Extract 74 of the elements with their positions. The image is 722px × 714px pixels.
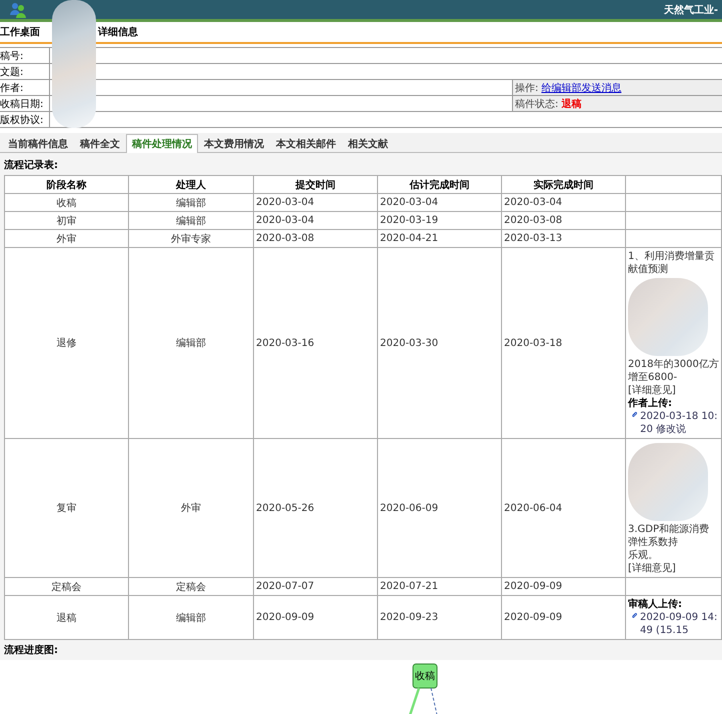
field-label: 操作:	[515, 82, 538, 94]
table-cell: 2020-03-30	[378, 248, 502, 438]
table-cell: 编辑部	[128, 194, 254, 212]
field-label: 文题:	[0, 64, 50, 79]
comment-text: 乐观。	[628, 549, 659, 562]
table-cell: 外审	[128, 438, 254, 578]
tab[interactable]: 稿件全文	[74, 135, 126, 152]
status-value: 退稿	[561, 98, 582, 110]
table-cell: 2020-03-08	[502, 212, 626, 230]
users-icon	[10, 2, 26, 18]
details-link[interactable]: [详细意见]	[628, 562, 719, 575]
field-label: 作者:	[0, 80, 50, 95]
table-cell: 2020-06-04	[502, 438, 626, 578]
table-cell: 2020-03-18	[502, 248, 626, 438]
column-header: 阶段名称	[4, 176, 128, 194]
column-header: 处理人	[128, 176, 254, 194]
tab[interactable]: 当前稿件信息	[2, 135, 74, 152]
send-message-link[interactable]: 给编辑部发送消息	[541, 80, 622, 94]
tab[interactable]: 本文相关邮件	[270, 135, 342, 152]
tab[interactable]: 本文费用情况	[198, 135, 270, 152]
table-cell: 2020-09-23	[378, 596, 502, 640]
table-cell: 2020-07-21	[378, 578, 502, 596]
breadcrumb-item[interactable]: 工作桌面	[0, 25, 40, 39]
comment-text: 1、利用消费增量贡献值预测	[628, 250, 716, 276]
table-cell: 2020-05-26	[254, 438, 378, 578]
comment-text: 2018年的3000亿方增至6800-	[628, 358, 719, 384]
table-cell: 2020-04-21	[378, 230, 502, 248]
table-cell: 2020-03-19	[378, 212, 502, 230]
table-cell: 2020-03-16	[254, 248, 378, 438]
upload-label: 审稿人上传:	[628, 598, 683, 611]
table-cell: 2020-09-09	[502, 578, 626, 596]
upload-label: 作者上传:	[628, 397, 673, 410]
table-cell: 外审专家	[128, 230, 254, 248]
details-link[interactable]: [详细意见]	[628, 384, 719, 397]
breadcrumb-item[interactable]: 详细信息	[98, 25, 138, 39]
table-cell: 2020-03-04	[502, 194, 626, 212]
table-cell: 复审	[4, 438, 128, 578]
section-title: 流程进度图:	[3, 643, 59, 658]
table-cell: 定稿会	[4, 578, 128, 596]
table-cell: 初审	[4, 212, 128, 230]
field-label: 版权协议:	[0, 112, 50, 127]
site-title: 天然气工业-	[664, 4, 718, 16]
section-title: 流程记录表:	[3, 158, 59, 173]
column-header: 估计完成时间	[378, 176, 502, 194]
tab[interactable]: 稿件处理情况	[126, 134, 198, 153]
table-cell: 2020-06-09	[378, 438, 502, 578]
table-cell: 编辑部	[128, 248, 254, 438]
field-label: 收稿日期:	[0, 96, 50, 111]
table-cell: 退修	[4, 248, 128, 438]
table-cell: 2020-03-04	[254, 212, 378, 230]
flow-node: 收稿	[412, 664, 438, 688]
table-cell: 2020-03-04	[378, 194, 502, 212]
paperclip-icon	[632, 611, 638, 619]
file-link[interactable]: 2020-09-09 14:49 (15.15	[640, 611, 719, 637]
column-header: 提交时间	[254, 176, 378, 194]
comment-text: 3.GDP和能源消费弹性系数持	[628, 523, 710, 549]
table-cell: 2020-09-09	[502, 596, 626, 640]
table-cell: 定稿会	[128, 578, 254, 596]
table-cell: 2020-03-08	[254, 230, 378, 248]
table-cell: 2020-07-07	[254, 578, 378, 596]
column-header: 实际完成时间	[502, 176, 626, 194]
file-link[interactable]: 2020-03-18 10:20 修改说	[640, 410, 719, 436]
table-cell: 外审	[4, 230, 128, 248]
table-cell: 编辑部	[128, 212, 254, 230]
field-label: 稿号:	[0, 48, 50, 63]
table-cell: 2020-03-13	[502, 230, 626, 248]
table-cell: 编辑部	[128, 596, 254, 640]
table-cell: 退稿	[4, 596, 128, 640]
table-cell: 2020-09-09	[254, 596, 378, 640]
field-label: 稿件状态:	[515, 98, 558, 110]
table-cell: 收稿	[4, 194, 128, 212]
paperclip-icon	[632, 410, 638, 418]
table-cell: 2020-03-04	[254, 194, 378, 212]
tab[interactable]: 相关文献	[342, 135, 394, 152]
